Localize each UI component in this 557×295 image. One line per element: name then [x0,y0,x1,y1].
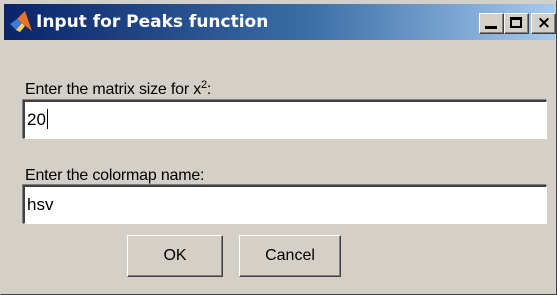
matrix-size-label-text: Enter the matrix size for x [25,81,201,98]
input-dialog: Input for Peaks function × Enter the mat… [0,0,557,295]
close-icon: × [536,13,552,33]
title-bar[interactable]: Input for Peaks function × [4,4,556,40]
minimize-icon [485,26,497,29]
ok-button[interactable]: OK [127,235,223,277]
maximize-icon [510,17,522,28]
matlab-logo-icon [10,11,32,32]
text-caret [46,109,48,129]
colormap-input[interactable]: hsv [23,185,547,224]
matrix-size-value: 20 [27,110,46,129]
maximize-button[interactable] [504,13,529,34]
close-button[interactable]: × [531,13,556,34]
cancel-button[interactable]: Cancel [239,235,341,277]
minimize-button[interactable] [479,13,504,34]
colormap-value: hsv [27,195,54,214]
matrix-size-label: Enter the matrix size for x2: [25,80,212,99]
matrix-size-label-suffix: : [206,81,212,98]
matrix-size-input[interactable]: 20 [23,100,547,139]
window-title: Input for Peaks function [36,12,269,32]
colormap-label: Enter the colormap name: [25,167,205,184]
